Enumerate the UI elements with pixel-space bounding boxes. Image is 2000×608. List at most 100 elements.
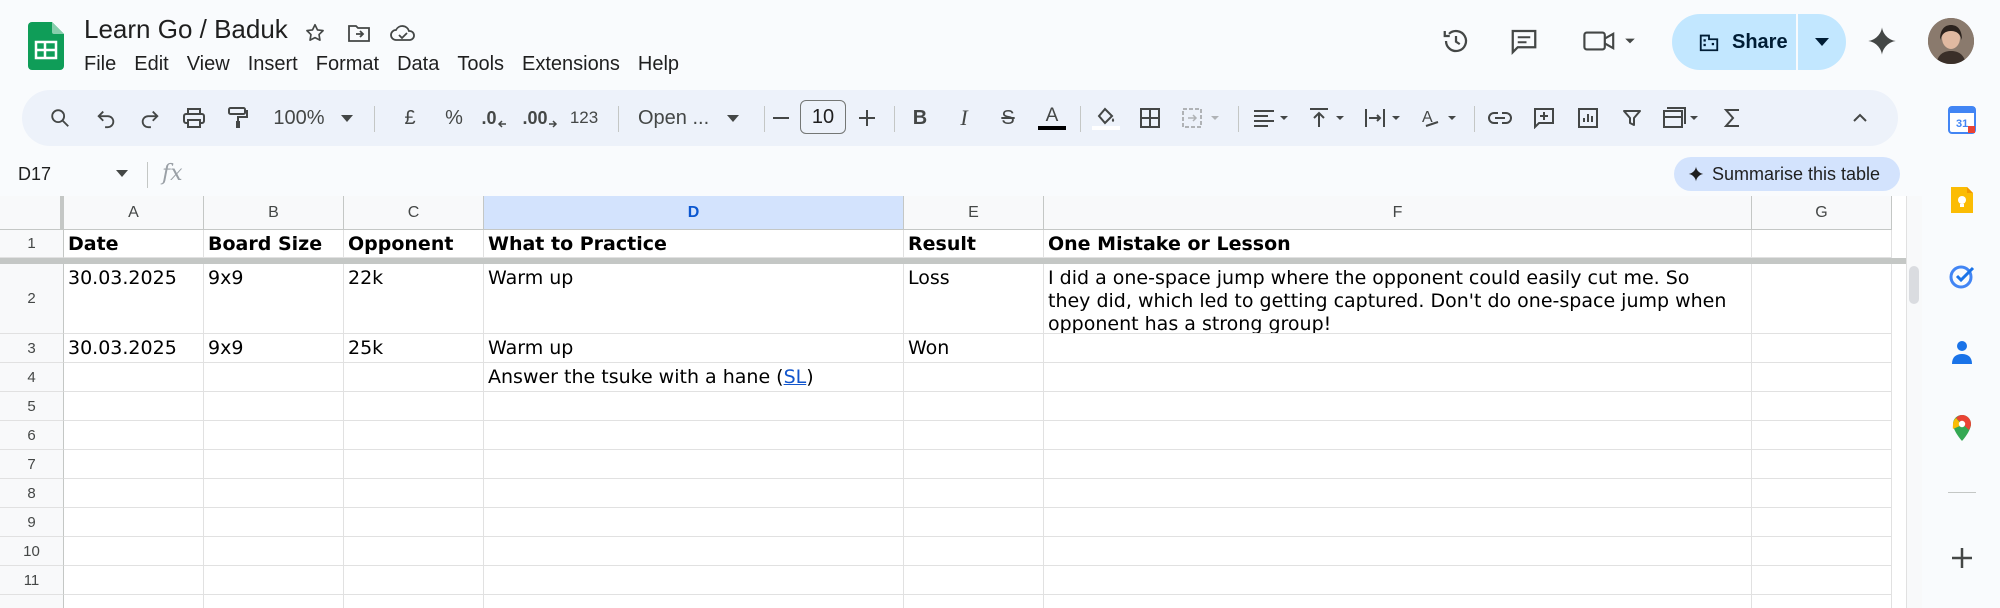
cell-a2[interactable]: 30.03.2025 — [64, 264, 204, 334]
cell-b1[interactable]: Board Size — [204, 230, 344, 258]
menu-view[interactable]: View — [178, 50, 239, 78]
cell-d10[interactable] — [484, 537, 904, 566]
font-family-select[interactable]: Open ... — [626, 100, 756, 136]
cell-e8[interactable] — [904, 479, 1044, 508]
scrollbar-thumb[interactable] — [1909, 266, 1919, 304]
cell-f11[interactable] — [1044, 566, 1752, 595]
cell-d8[interactable] — [484, 479, 904, 508]
column-header-g[interactable]: G — [1752, 196, 1892, 230]
share-dropdown-button[interactable] — [1798, 14, 1846, 70]
cell-d12[interactable] — [484, 595, 904, 608]
cell-e12[interactable] — [904, 595, 1044, 608]
row-header[interactable]: 5 — [0, 392, 64, 421]
cell-c8[interactable] — [344, 479, 484, 508]
search-menus-icon[interactable] — [42, 100, 78, 136]
collapse-toolbar-icon[interactable] — [1842, 100, 1878, 136]
move-to-folder-icon[interactable] — [344, 18, 374, 48]
row-header[interactable]: 4 — [0, 363, 64, 392]
add-icon[interactable] — [1948, 544, 1976, 572]
paint-format-icon[interactable] — [220, 100, 256, 136]
cell-d11[interactable] — [484, 566, 904, 595]
cell-a12[interactable] — [64, 595, 204, 608]
cell-b2[interactable]: 9x9 — [204, 264, 344, 334]
filter-views-icon[interactable] — [1658, 100, 1706, 136]
insert-link-icon[interactable] — [1482, 100, 1518, 136]
cell-f5[interactable] — [1044, 392, 1752, 421]
cell-g4[interactable] — [1752, 363, 1892, 392]
cell-b9[interactable] — [204, 508, 344, 537]
cell-a7[interactable] — [64, 450, 204, 479]
row-header[interactable]: 6 — [0, 421, 64, 450]
cell-g8[interactable] — [1752, 479, 1892, 508]
document-title[interactable]: Learn Go / Baduk — [84, 14, 288, 45]
more-formats-button[interactable]: 123 — [564, 100, 604, 136]
cell-d5[interactable] — [484, 392, 904, 421]
menu-tools[interactable]: Tools — [448, 50, 513, 78]
row-header[interactable]: 8 — [0, 479, 64, 508]
cell-d7[interactable] — [484, 450, 904, 479]
keep-icon[interactable] — [1948, 186, 1976, 214]
format-percent-button[interactable]: % — [436, 100, 472, 136]
zoom-select[interactable]: 100% — [268, 100, 358, 136]
cell-a5[interactable] — [64, 392, 204, 421]
menu-file[interactable]: File — [84, 50, 125, 78]
column-header-e[interactable]: E — [904, 196, 1044, 230]
cell-c3[interactable]: 25k — [344, 334, 484, 363]
avatar[interactable] — [1928, 18, 1974, 64]
format-currency-button[interactable]: £ — [392, 100, 428, 136]
cell-a11[interactable] — [64, 566, 204, 595]
cell-a10[interactable] — [64, 537, 204, 566]
cell-e2[interactable]: Loss — [904, 264, 1044, 334]
cell-b10[interactable] — [204, 537, 344, 566]
row-header[interactable]: 9 — [0, 508, 64, 537]
cell-e1[interactable]: Result — [904, 230, 1044, 258]
print-icon[interactable] — [176, 100, 212, 136]
decrease-decimal-button[interactable]: .0 — [474, 100, 514, 136]
cell-c5[interactable] — [344, 392, 484, 421]
cell-d4[interactable]: Answer the tsuke with a hane (SL) — [484, 363, 904, 392]
version-history-icon[interactable] — [1432, 17, 1480, 65]
cell-f8[interactable] — [1044, 479, 1752, 508]
horizontal-align-icon[interactable] — [1248, 100, 1296, 136]
bold-icon[interactable]: B — [902, 100, 938, 136]
cell-f7[interactable] — [1044, 450, 1752, 479]
increase-decimal-button[interactable]: .00 — [518, 100, 562, 136]
cell-g12[interactable] — [1752, 595, 1892, 608]
caret-down-icon[interactable] — [116, 170, 128, 177]
cloud-saved-icon[interactable] — [388, 18, 418, 48]
menu-extensions[interactable]: Extensions — [513, 50, 629, 78]
cell-d1[interactable]: What to Practice — [484, 230, 904, 258]
cell-d3[interactable]: Warm up — [484, 334, 904, 363]
meet-icon[interactable] — [1576, 17, 1648, 65]
text-color-icon[interactable]: A — [1034, 100, 1070, 136]
cell-f12[interactable] — [1044, 595, 1752, 608]
cell-d6[interactable] — [484, 421, 904, 450]
cell-b7[interactable] — [204, 450, 344, 479]
cell-f9[interactable] — [1044, 508, 1752, 537]
cell-g11[interactable] — [1752, 566, 1892, 595]
comments-icon[interactable] — [1500, 17, 1548, 65]
cell-b12[interactable] — [204, 595, 344, 608]
redo-icon[interactable] — [132, 100, 168, 136]
cell-c11[interactable] — [344, 566, 484, 595]
cell-e10[interactable] — [904, 537, 1044, 566]
filter-icon[interactable] — [1614, 100, 1650, 136]
cell-e5[interactable] — [904, 392, 1044, 421]
select-all-corner[interactable] — [0, 196, 64, 230]
cell-a8[interactable] — [64, 479, 204, 508]
cell-b8[interactable] — [204, 479, 344, 508]
cell-f6[interactable] — [1044, 421, 1752, 450]
summarise-table-button[interactable]: Summarise this table — [1674, 157, 1900, 191]
cell-g10[interactable] — [1752, 537, 1892, 566]
star-icon[interactable] — [300, 18, 330, 48]
decrease-font-size-icon[interactable] — [766, 100, 796, 136]
row-header[interactable]: 11 — [0, 566, 64, 595]
functions-icon[interactable] — [1714, 100, 1750, 136]
vertical-scrollbar[interactable] — [1906, 196, 1922, 608]
increase-font-size-icon[interactable] — [852, 100, 882, 136]
cell-d4-link[interactable]: SL — [784, 366, 807, 388]
menu-edit[interactable]: Edit — [125, 50, 177, 78]
cell-b11[interactable] — [204, 566, 344, 595]
cell-a9[interactable] — [64, 508, 204, 537]
cell-c7[interactable] — [344, 450, 484, 479]
